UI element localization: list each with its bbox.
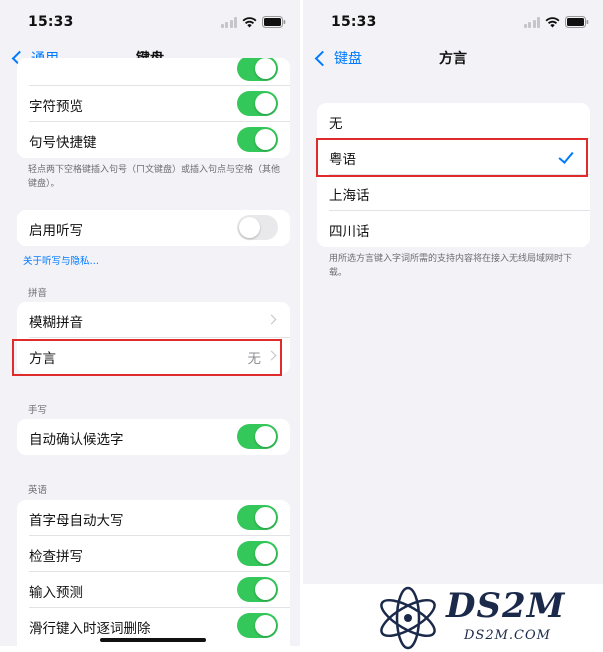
- highlight-box-dialect: [12, 339, 282, 376]
- list-item-period-shortcut: 句号快捷键: [17, 122, 290, 158]
- dialect-option-sichuanese[interactable]: 四川话: [317, 211, 590, 247]
- pinyin-section-header: 拼音: [28, 288, 48, 299]
- option-label: 上海话: [329, 188, 370, 204]
- list-item-fuzzy-pinyin[interactable]: 模糊拼音: [17, 302, 290, 338]
- slide-delete-toggle[interactable]: [237, 613, 278, 638]
- auto-confirm-label: 自动确认候选字: [29, 432, 124, 448]
- period-shortcut-label: 句号快捷键: [29, 135, 97, 151]
- keyboard-settings-screen: 15:33 通用 键盘 字符预览 句号快捷键 轻点两下空格键插入句号（ㄇ文: [0, 0, 300, 646]
- char-preview-toggle[interactable]: [237, 91, 278, 116]
- navigation-bar: 键盘 方言: [303, 42, 603, 74]
- option-label: 四川话: [329, 224, 370, 240]
- period-shortcut-footer: 轻点两下空格键插入句号（ㄇ文键盘）或插入句点与空格（其他键盘）。: [28, 165, 281, 189]
- list-item-dictation: 启用听写: [17, 210, 290, 246]
- chevron-right-icon: [266, 314, 277, 325]
- status-bar: 15:33: [0, 0, 300, 42]
- list-item-auto-confirm: 自动确认候选字: [17, 419, 290, 455]
- dialect-option-shanghainese[interactable]: 上海话: [317, 175, 590, 211]
- auto-confirm-toggle[interactable]: [237, 424, 278, 449]
- auto-capitalize-label: 首字母自动大写: [29, 513, 124, 529]
- cellular-signal-icon: [220, 16, 237, 28]
- home-indicator: [100, 638, 206, 642]
- atom-logo-icon: [380, 586, 436, 650]
- english-group: 首字母自动大写 检查拼写 输入预测 滑行键入时逐词删除: [17, 500, 290, 646]
- watermark-domain: DS2M.COM: [464, 628, 551, 643]
- period-shortcut-toggle[interactable]: [237, 127, 278, 152]
- wifi-icon: [545, 16, 560, 27]
- dialect-option-none[interactable]: 无: [317, 103, 590, 139]
- dialect-footer: 用所选方言键入字词所需的支持内容将在接入无线局域网时下载。: [329, 254, 573, 278]
- english-section-header: 英语: [28, 485, 48, 496]
- watermark-brand: DS2M: [446, 586, 566, 626]
- status-time: 15:33: [331, 14, 377, 30]
- spell-check-toggle[interactable]: [237, 541, 278, 566]
- predictive-label: 输入预测: [29, 585, 83, 601]
- cellular-signal-icon: [523, 16, 540, 28]
- option-label: 无: [329, 116, 343, 132]
- auto-capitalize-toggle[interactable]: [237, 505, 278, 530]
- page-title: 方言: [439, 51, 467, 67]
- list-item-spell-check: 检查拼写: [17, 536, 290, 572]
- status-icons: [220, 16, 287, 28]
- list-item-char-preview: 字符预览: [17, 86, 290, 122]
- status-icons: [523, 16, 590, 28]
- dictation-label: 启用听写: [29, 223, 83, 239]
- dictation-toggle[interactable]: [237, 215, 278, 240]
- status-time: 15:33: [28, 14, 74, 30]
- wifi-icon: [242, 16, 257, 27]
- list-item-auto-capitalize: 首字母自动大写: [17, 500, 290, 536]
- dictation-privacy-link[interactable]: 关于听写与隐私…: [23, 253, 99, 267]
- highlight-box-cantonese: [316, 138, 588, 177]
- predictive-toggle[interactable]: [237, 577, 278, 602]
- handwriting-section-header: 手写: [28, 405, 48, 416]
- list-item-predictive: 输入预测: [17, 572, 290, 608]
- dictation-group: 启用听写: [17, 210, 290, 246]
- dialect-screen: 15:33 键盘 方言 无 粤语 上海话 四川话 用所选方言键入字词所需的支持内…: [303, 0, 603, 584]
- watermark: DS2M DS2M.COM: [366, 584, 603, 652]
- slide-delete-label: 滑行键入时逐词删除: [29, 621, 151, 637]
- char-preview-label: 字符预览: [29, 99, 83, 115]
- fuzzy-pinyin-label: 模糊拼音: [29, 315, 83, 331]
- status-bar: 15:33: [303, 0, 603, 42]
- battery-icon: [565, 16, 589, 28]
- battery-icon: [262, 16, 286, 28]
- spell-check-label: 检查拼写: [29, 549, 83, 565]
- handwriting-group: 自动确认候选字: [17, 419, 290, 455]
